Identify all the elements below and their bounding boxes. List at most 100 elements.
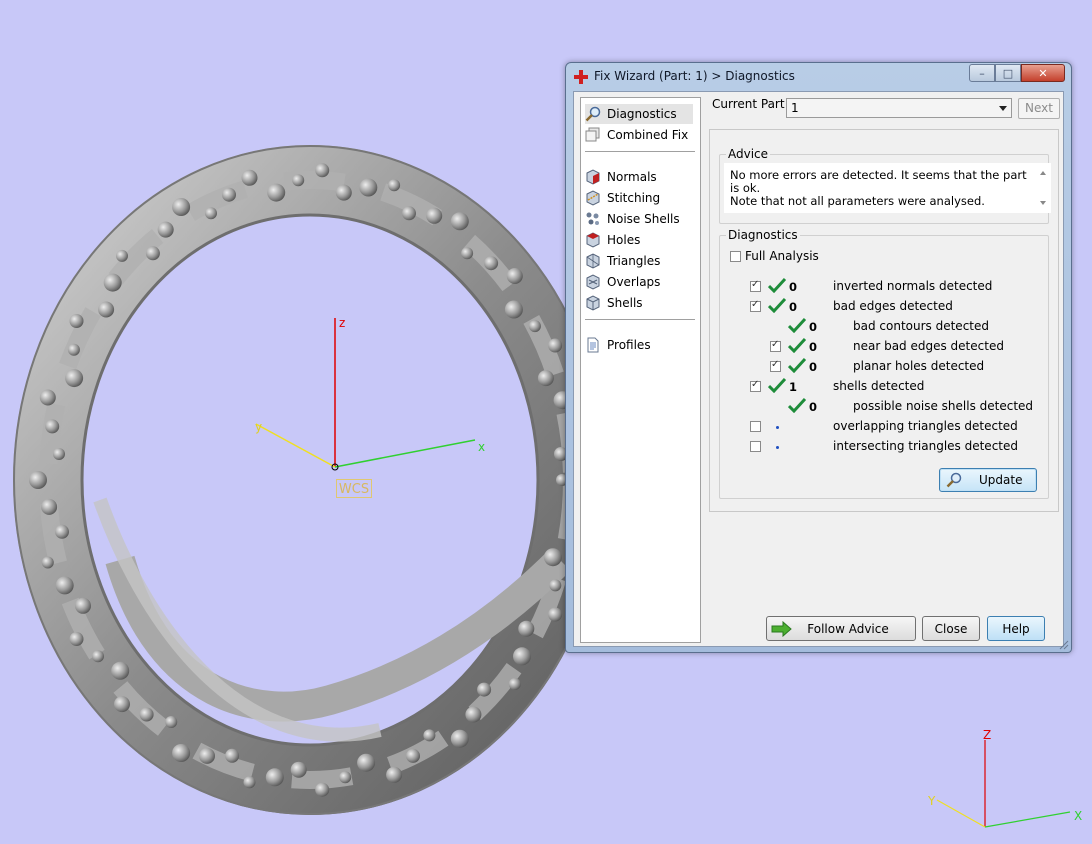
green-check-icon xyxy=(788,337,806,353)
ring-bead xyxy=(243,776,256,789)
ring-bead xyxy=(315,782,330,797)
ring-bead xyxy=(172,198,191,216)
resize-grip[interactable] xyxy=(1059,640,1069,650)
ring-bead xyxy=(39,389,56,406)
ring-bead xyxy=(265,768,284,787)
ring-bead xyxy=(55,524,69,539)
current-part-select[interactable]: 1 xyxy=(786,98,1012,118)
ring-bead xyxy=(75,597,91,614)
nav-item-combined-fix[interactable]: Combined Fix xyxy=(585,125,688,145)
help-button[interactable]: Help xyxy=(987,616,1045,641)
nav-item-label: Shells xyxy=(607,296,643,310)
maximize-button[interactable]: □ xyxy=(995,64,1021,82)
row-label: possible noise shells detected xyxy=(853,399,1034,413)
ring-bead xyxy=(450,729,469,748)
title-bar[interactable]: Fix Wizard (Part: 1) > Diagnostics – □ ✕ xyxy=(566,63,1071,90)
green-check-icon xyxy=(788,357,806,373)
document-icon xyxy=(587,337,599,353)
nav-item-stitching[interactable]: Stitching xyxy=(585,188,660,208)
row-count: 0 xyxy=(809,400,818,414)
corner-x-label: X xyxy=(1074,809,1083,823)
ring-bead xyxy=(357,753,376,772)
ring-bead xyxy=(506,268,523,284)
cube-holes-icon xyxy=(586,232,600,248)
nav-item-shells[interactable]: Shells xyxy=(585,293,643,313)
ring-bead xyxy=(484,256,499,271)
ring-bead xyxy=(423,729,436,742)
update-button[interactable]: Update xyxy=(939,468,1037,492)
pending-dot-icon xyxy=(776,426,779,429)
green-check-icon xyxy=(788,317,806,333)
row-label: intersecting triangles detected xyxy=(833,439,1018,453)
cube-shells-icon xyxy=(586,295,600,311)
nav-item-overlaps[interactable]: Overlaps xyxy=(585,272,660,292)
ring-bead xyxy=(388,179,401,192)
nav-item-triangles[interactable]: Triangles xyxy=(585,251,660,271)
ring-bead xyxy=(339,771,352,784)
ring-bead xyxy=(55,576,74,595)
advice-scrollbar[interactable] xyxy=(1035,163,1051,213)
nav-item-diagnostics[interactable]: Diagnostics xyxy=(585,104,693,124)
magnifier-icon xyxy=(946,472,962,488)
magnifier-icon xyxy=(585,106,601,122)
green-check-icon xyxy=(768,297,786,313)
row-count: 0 xyxy=(809,320,818,334)
intersecting-triangles-checkbox[interactable] xyxy=(750,441,761,452)
ring-bead xyxy=(65,369,84,388)
follow-advice-button[interactable]: Follow Advice xyxy=(766,616,916,641)
nav-item-noise-shells[interactable]: Noise Shells xyxy=(585,209,680,229)
row-label: bad edges detected xyxy=(833,299,953,313)
noise-shells-icon xyxy=(586,212,599,225)
near-bad-edges-checkbox[interactable] xyxy=(770,339,781,352)
full-analysis-label: Full Analysis xyxy=(745,249,819,263)
nav-item-holes[interactable]: Holes xyxy=(585,230,640,250)
ring-bead xyxy=(315,163,330,178)
ring-bead xyxy=(241,169,258,186)
cube-overlaps-icon xyxy=(586,274,600,290)
ring-bead xyxy=(139,707,154,722)
pending-dot-icon xyxy=(776,446,779,449)
planar-holes-checkbox[interactable] xyxy=(770,359,781,372)
row-count: 0 xyxy=(809,340,818,354)
ring-bead xyxy=(518,620,535,637)
green-check-icon xyxy=(768,277,786,293)
ring-bead xyxy=(548,338,563,353)
green-check-icon xyxy=(768,377,786,393)
full-analysis-checkbox[interactable] xyxy=(730,251,741,262)
ring-bead xyxy=(103,273,122,292)
nav-item-label: Noise Shells xyxy=(607,212,680,226)
current-part-label: Current Part: xyxy=(712,97,789,111)
ring-bead xyxy=(45,419,60,434)
nav-divider xyxy=(585,151,695,152)
shells-checkbox[interactable] xyxy=(750,379,761,392)
ring-bead xyxy=(205,207,217,220)
ring-bead xyxy=(92,650,104,663)
nav-item-profiles[interactable]: Profiles xyxy=(585,335,651,355)
close-button[interactable]: Close xyxy=(922,616,980,641)
row-count: 1 xyxy=(789,380,798,394)
minimize-button[interactable]: – xyxy=(969,64,995,82)
close-window-button[interactable]: ✕ xyxy=(1021,64,1065,82)
ring-bead xyxy=(465,706,482,723)
ring-bead xyxy=(69,632,84,646)
advice-line-1: No more errors are detected. It seems th… xyxy=(730,168,1027,195)
ring-bead xyxy=(292,174,305,187)
ring-bead xyxy=(406,748,420,763)
inverted-normals-checkbox[interactable] xyxy=(750,279,761,292)
ring-bead xyxy=(543,548,562,567)
ring-bead xyxy=(165,716,178,728)
ring-bead xyxy=(116,249,128,262)
z-axis-label: z xyxy=(339,316,346,330)
row-label: shells detected xyxy=(833,379,925,393)
next-button[interactable]: Next xyxy=(1018,98,1060,119)
nav-item-label: Triangles xyxy=(607,254,661,268)
row-label: planar holes detected xyxy=(853,359,985,373)
corner-y-label: Y xyxy=(928,794,936,808)
cube-triangles-icon xyxy=(586,253,600,269)
ring-bead xyxy=(41,556,54,569)
nav-item-normals[interactable]: Normals xyxy=(585,167,657,187)
overlapping-triangles-checkbox[interactable] xyxy=(750,421,761,432)
ring-bead xyxy=(426,207,443,224)
ring-bead xyxy=(450,212,469,231)
bad-edges-checkbox[interactable] xyxy=(750,299,761,312)
